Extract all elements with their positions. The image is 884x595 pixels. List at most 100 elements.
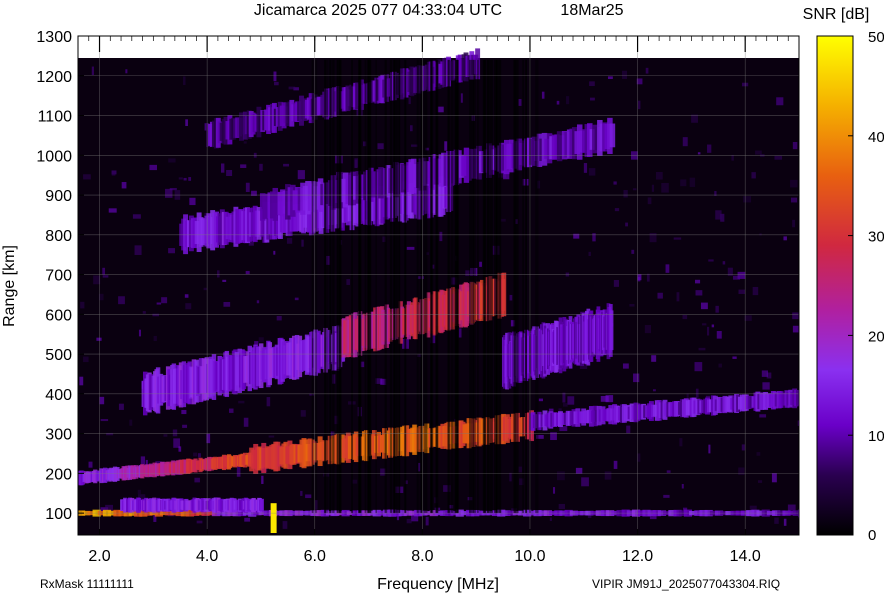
noise-cell <box>300 490 303 496</box>
interference-streak <box>456 59 459 514</box>
noise-cell <box>681 483 684 489</box>
noise-cell <box>700 302 708 310</box>
noise-cell <box>185 303 192 310</box>
noise-cell <box>718 363 722 368</box>
second-hop-cell <box>609 310 614 351</box>
noise-cell <box>757 480 763 483</box>
noise-cell <box>588 251 591 257</box>
colorbar-tick-label: 20 <box>868 328 884 345</box>
noise-cell <box>762 382 770 390</box>
noise-cell <box>738 467 745 475</box>
interference-streak <box>424 59 428 514</box>
noise-cell <box>283 163 290 167</box>
noise-cell <box>274 81 279 86</box>
colorbar-tick-label: 0 <box>868 527 876 544</box>
noise-cell <box>553 487 556 494</box>
noise-cell <box>622 363 629 369</box>
noise-cell <box>632 188 637 191</box>
noise-cell <box>604 471 612 480</box>
noise-cell <box>652 389 656 392</box>
noise-cell <box>637 100 641 110</box>
y-tick-label: 300 <box>45 427 72 444</box>
noise-cell <box>259 163 263 171</box>
noise-cell <box>715 305 719 313</box>
noise-cell <box>622 70 628 80</box>
interference-streak <box>384 59 388 514</box>
y-tick-label: 100 <box>45 506 72 523</box>
plot-no-data-band <box>78 36 799 58</box>
noise-cell <box>589 97 595 101</box>
noise-cell <box>655 172 663 180</box>
x-tick-label: 14.0 <box>730 548 761 565</box>
noise-cell <box>188 177 192 181</box>
noise-cell <box>708 444 711 454</box>
noise-cell <box>346 279 350 285</box>
y-axis: 100 200 300 400 500 600 700 800 900 1000 1100 1200 1… <box>36 29 84 523</box>
x-axis-label: Frequency [MHz] <box>377 576 499 593</box>
noise-cell <box>581 477 589 487</box>
noise-cell <box>592 233 596 242</box>
interference-streak <box>430 59 433 514</box>
interference-streak <box>487 59 490 514</box>
second-hop-cell <box>502 272 507 317</box>
noise-cell <box>661 182 669 193</box>
noise-cell <box>759 233 762 236</box>
noise-cell <box>744 315 752 321</box>
y-tick-label: 800 <box>45 228 72 245</box>
colorbar-tick-label: 50 <box>868 29 884 46</box>
noise-cell <box>294 297 299 301</box>
y-tick-label: 1100 <box>38 109 73 126</box>
noise-cell <box>282 521 288 529</box>
noise-cell <box>352 479 358 484</box>
noise-cell <box>783 518 787 526</box>
noise-cell <box>244 517 251 522</box>
interference-streak <box>398 59 401 514</box>
noise-cell <box>256 300 260 304</box>
noise-cell <box>153 335 157 342</box>
x-tick-label: 6.0 <box>304 548 326 565</box>
noise-cell <box>751 172 756 179</box>
noise-cell <box>614 208 620 212</box>
noise-cell <box>172 429 178 437</box>
noise-cell <box>731 154 734 161</box>
noise-cell <box>575 467 583 474</box>
chart-title: Jicamarca 2025 077 04:33:04 UTC <box>254 2 502 19</box>
noise-cell <box>651 184 655 192</box>
noise-cell <box>680 179 687 187</box>
noise-cell <box>783 236 787 241</box>
noise-cell <box>406 246 415 250</box>
y-tick-label: 1200 <box>36 69 72 86</box>
interference-streak <box>513 59 517 514</box>
noise-cell <box>722 261 726 265</box>
interference-streak <box>435 59 439 514</box>
noise-cell <box>245 182 250 193</box>
noise-cell <box>91 66 94 76</box>
interference-streak <box>364 59 367 514</box>
noise-cell <box>165 188 173 198</box>
noise-cell <box>645 67 649 74</box>
noise-cell <box>695 388 699 398</box>
noise-cell <box>132 214 141 219</box>
noise-cell <box>229 408 234 413</box>
noise-cell <box>549 517 552 522</box>
noise-cell <box>613 460 618 469</box>
noise-cell <box>562 403 568 407</box>
y-tick-label: 400 <box>45 387 72 404</box>
noise-cell <box>226 169 233 176</box>
noise-cell <box>715 210 722 220</box>
noise-cell <box>589 81 595 87</box>
noise-cell <box>189 197 196 206</box>
noise-cell <box>707 144 712 153</box>
noise-cell <box>185 119 188 127</box>
noise-cell <box>243 417 249 427</box>
noise-cell <box>663 494 670 498</box>
noise-cell <box>273 250 276 255</box>
noise-cell <box>679 438 683 447</box>
noise-cell <box>300 410 306 417</box>
noise-cell <box>217 270 220 278</box>
noise-cell <box>377 143 384 150</box>
interference-streak <box>489 59 493 514</box>
noise-cell <box>261 475 264 484</box>
noise-cell <box>776 97 784 106</box>
noise-cell <box>637 274 642 281</box>
